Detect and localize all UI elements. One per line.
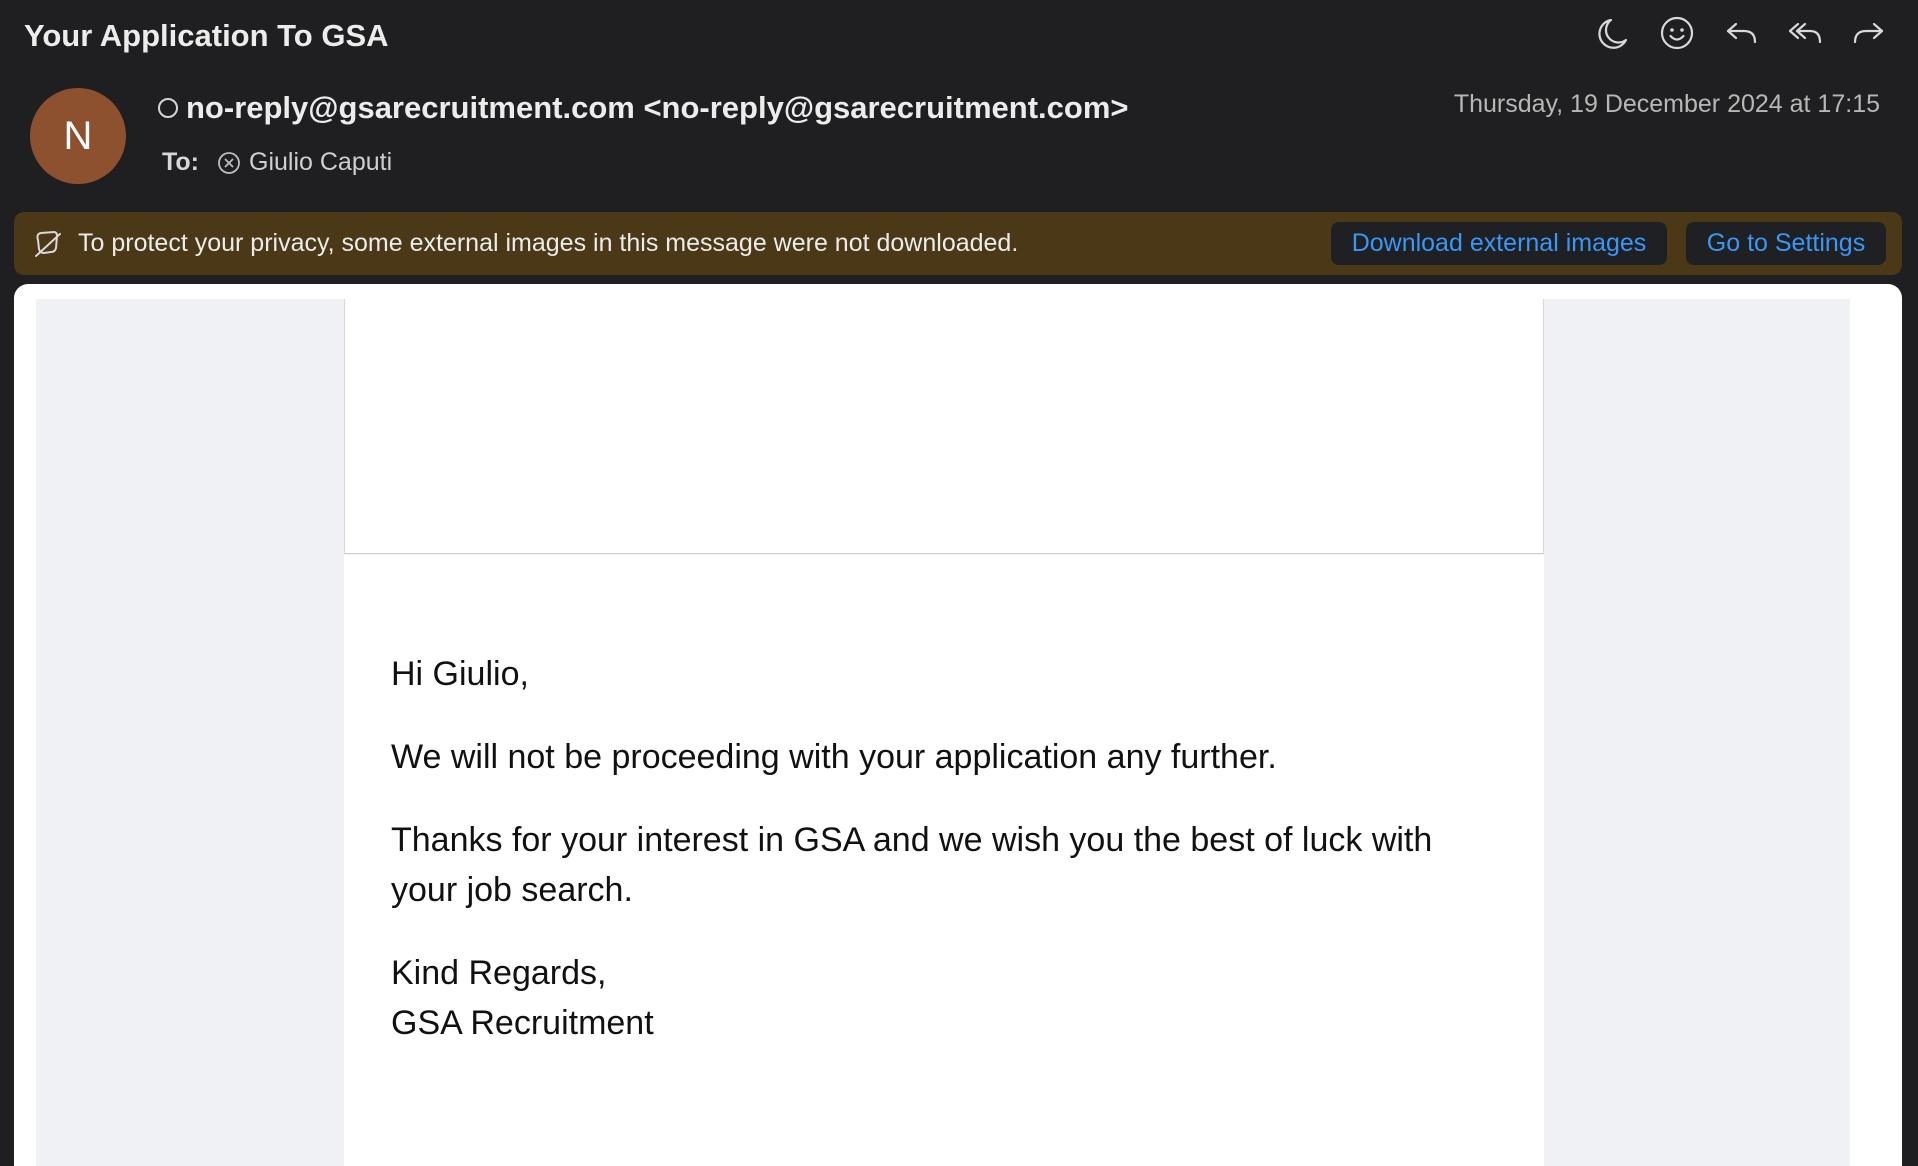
body-paragraph-1: We will not be proceeding with your appl… [391, 738, 1277, 776]
sender-row: no-reply@gsarecruitment.com <no-reply@gs… [158, 90, 1129, 126]
smiley-icon[interactable] [1658, 14, 1696, 52]
recipient-row: To: Giulio Caputi [162, 148, 392, 177]
body-paragraph-2: Thanks for your interest in GSA and we w… [391, 821, 1433, 909]
privacy-shield-icon [35, 230, 61, 257]
mail-window: Your Application To GSA N no-reply@gsare… [0, 0, 1918, 1166]
blocked-image-placeholder [344, 299, 1544, 554]
to-label: To: [162, 148, 200, 176]
forward-icon[interactable] [1850, 14, 1888, 52]
privacy-banner: To protect your privacy, some external i… [14, 212, 1902, 275]
remove-recipient-icon [218, 151, 240, 174]
sender-avatar: N [30, 88, 126, 184]
email-background: Hi Giulio, We will not be proceeding wit… [36, 299, 1850, 1166]
moon-icon[interactable] [1594, 14, 1632, 52]
recipient-chip[interactable]: Giulio Caputi [217, 148, 392, 177]
privacy-message: To protect your privacy, some external i… [78, 229, 1019, 257]
email-text: Hi Giulio, We will not be proceeding wit… [391, 649, 1471, 1048]
sender-address[interactable]: no-reply@gsarecruitment.com <no-reply@gs… [186, 90, 1129, 126]
reply-all-icon[interactable] [1786, 14, 1824, 52]
email-date: Thursday, 19 December 2024 at 17:15 [1453, 90, 1880, 118]
closing: Kind Regards, [391, 954, 607, 992]
reply-icon[interactable] [1722, 14, 1760, 52]
closing-block: Kind Regards, GSA Recruitment [391, 948, 1471, 1048]
signature: GSA Recruitment [391, 1004, 654, 1042]
message-toolbar [1594, 14, 1888, 52]
email-subject: Your Application To GSA [24, 18, 389, 53]
download-images-button[interactable]: Download external images [1331, 222, 1667, 265]
message-body: Hi Giulio, We will not be proceeding wit… [14, 284, 1902, 1166]
go-to-settings-button[interactable]: Go to Settings [1686, 222, 1886, 265]
recipient-name: Giulio Caputi [249, 148, 393, 176]
email-content-card: Hi Giulio, We will not be proceeding wit… [344, 555, 1544, 1166]
unread-status-icon[interactable] [158, 98, 178, 118]
greeting: Hi Giulio, [391, 655, 529, 693]
